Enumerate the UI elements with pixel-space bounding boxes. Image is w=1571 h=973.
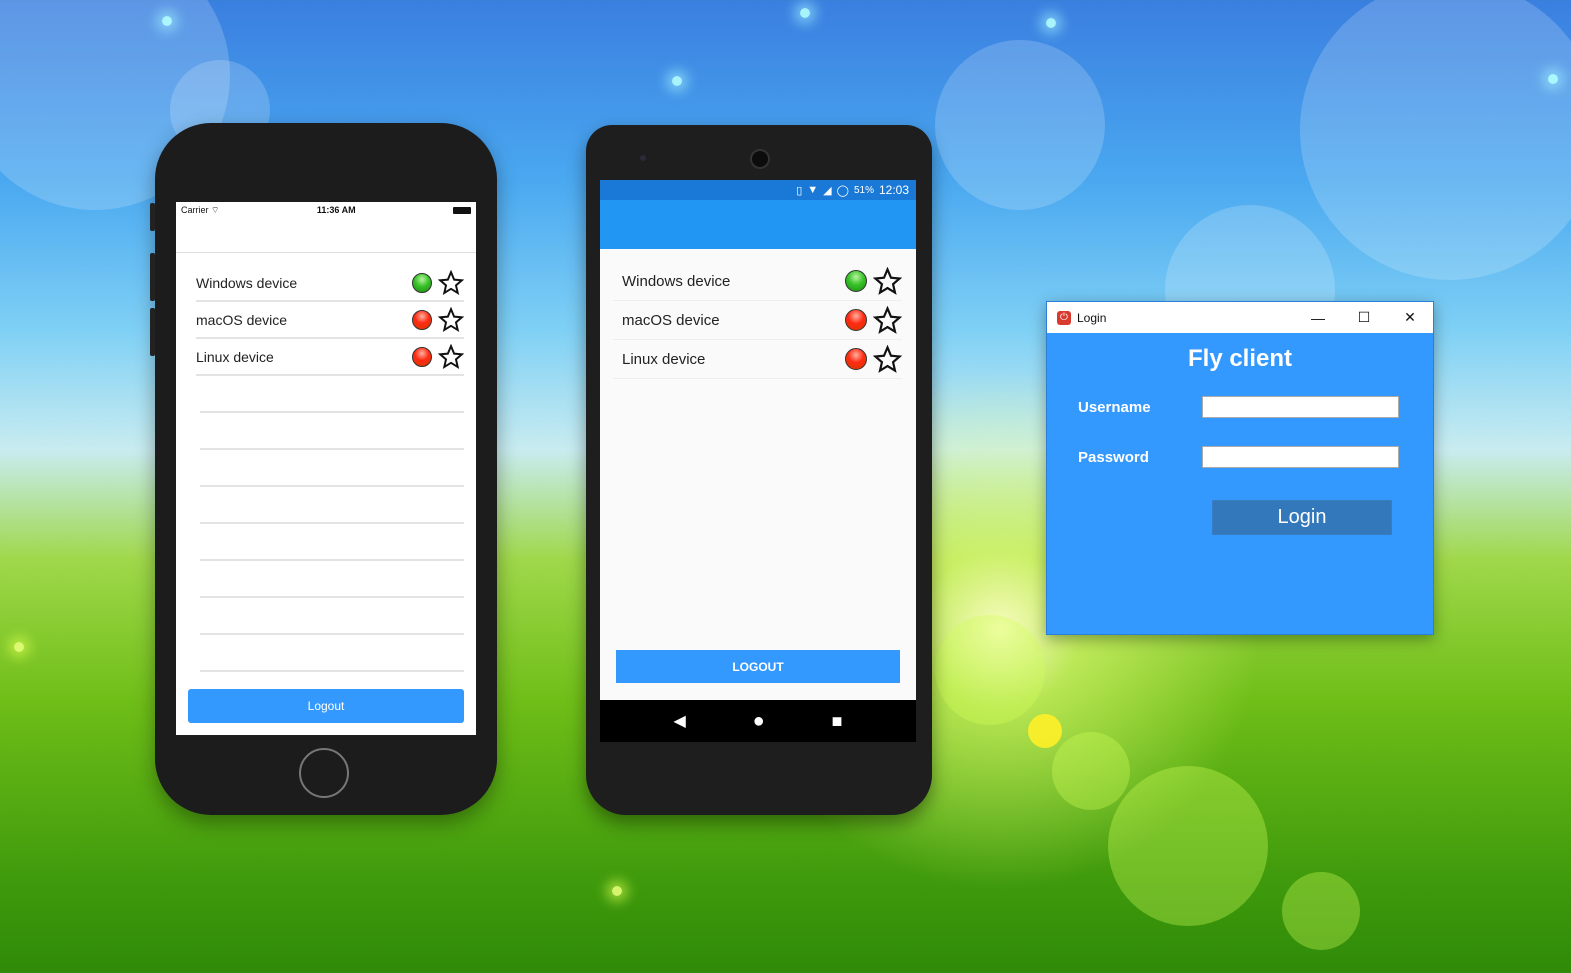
sparkle-decoration xyxy=(1548,74,1558,84)
signal-icon: ◢ xyxy=(823,184,832,197)
login-button[interactable]: Login xyxy=(1212,500,1392,535)
window-titlebar: ⏻ Login — ☐ ✕ xyxy=(1047,302,1433,333)
sparkle-decoration xyxy=(14,642,24,652)
star-outline-icon[interactable] xyxy=(438,306,464,333)
home-button[interactable] xyxy=(299,748,349,798)
device-name: Windows device xyxy=(622,272,731,290)
logout-button[interactable]: LOGOUT xyxy=(616,650,900,683)
status-online-icon xyxy=(412,272,432,293)
empty-list-row xyxy=(200,413,464,450)
username-row: Username xyxy=(1078,396,1399,418)
empty-list-row xyxy=(200,376,464,413)
iphone-volume-up xyxy=(150,253,155,301)
logout-button[interactable]: Logout xyxy=(188,689,464,723)
empty-list-row xyxy=(200,598,464,635)
device-name: Linux device xyxy=(196,348,274,365)
bokeh-decoration xyxy=(1108,766,1268,926)
ios-device-list: Windows device macOS device Linux device xyxy=(176,265,476,672)
home-icon[interactable]: ● xyxy=(753,710,765,733)
battery-percent: 51% xyxy=(853,184,874,196)
bokeh-decoration xyxy=(935,40,1105,210)
app-heading: Fly client xyxy=(1187,345,1293,372)
device-name: macOS device xyxy=(622,311,720,329)
bokeh-decoration xyxy=(1052,732,1130,810)
star-outline-icon[interactable] xyxy=(438,269,464,296)
ios-navigation-bar xyxy=(176,218,476,253)
star-outline-icon[interactable] xyxy=(873,266,902,296)
empty-list-row xyxy=(200,561,464,598)
device-name: Linux device xyxy=(622,350,706,368)
password-input[interactable] xyxy=(1202,446,1399,468)
list-item[interactable]: macOS device xyxy=(196,302,464,339)
status-offline-icon xyxy=(412,309,432,330)
star-outline-icon[interactable] xyxy=(873,305,902,335)
list-item[interactable]: macOS device xyxy=(613,301,902,340)
empty-list-row xyxy=(200,450,464,487)
recents-icon[interactable]: ■ xyxy=(832,711,843,732)
iphone-device: Carrier ⌔ 11:36 AM Windows device macOS … xyxy=(150,123,497,815)
android-app-bar xyxy=(600,200,916,249)
status-online-icon xyxy=(845,270,867,292)
sparkle-decoration xyxy=(800,8,810,18)
empty-list-row xyxy=(200,487,464,524)
android-nav-bar: ◀ ● ■ xyxy=(600,700,916,742)
device-name: Windows device xyxy=(196,274,298,291)
bokeh-decoration xyxy=(1300,0,1571,280)
list-item[interactable]: Linux device xyxy=(613,340,902,379)
maximize-button[interactable]: ☐ xyxy=(1341,309,1387,326)
android-device-list: Windows device macOS device Linux device xyxy=(600,249,916,379)
minimize-button[interactable]: — xyxy=(1295,310,1341,326)
bokeh-decoration xyxy=(1028,714,1062,748)
status-offline-icon xyxy=(845,309,867,331)
list-item[interactable]: Windows device xyxy=(196,265,464,302)
device-name: macOS device xyxy=(196,311,288,328)
android-time: 12:03 xyxy=(878,183,909,197)
username-label: Username xyxy=(1078,398,1151,416)
empty-list-row xyxy=(200,635,464,672)
wifi-icon: ▼ xyxy=(807,184,819,196)
wifi-icon: ⌔ xyxy=(211,204,220,215)
status-offline-icon xyxy=(412,346,432,367)
bokeh-decoration xyxy=(935,615,1045,725)
empty-list-row xyxy=(200,524,464,561)
ios-time: 11:36 AM xyxy=(316,205,356,215)
sparkle-decoration xyxy=(672,76,682,86)
front-camera xyxy=(750,149,770,169)
close-button[interactable]: ✕ xyxy=(1387,309,1433,326)
iphone-mute-switch xyxy=(150,203,155,231)
vibrate-icon: ▯ xyxy=(796,184,803,197)
window-title: Login xyxy=(1077,310,1107,325)
android-status-bar: ▯ ▼ ◢ ◯ 51% 12:03 xyxy=(600,180,916,200)
login-window: ⏻ Login — ☐ ✕ Fly client Username Passwo… xyxy=(1046,301,1434,635)
star-outline-icon[interactable] xyxy=(873,344,902,374)
bokeh-decoration xyxy=(1282,872,1360,950)
username-input[interactable] xyxy=(1202,396,1399,418)
proximity-sensor xyxy=(640,155,646,161)
password-row: Password xyxy=(1078,446,1399,468)
star-outline-icon[interactable] xyxy=(438,343,464,370)
ios-screen: Carrier ⌔ 11:36 AM Windows device macOS … xyxy=(176,202,476,735)
ios-status-bar: Carrier ⌔ 11:36 AM xyxy=(176,202,476,218)
battery-icon: ◯ xyxy=(836,184,849,197)
list-item[interactable]: Windows device xyxy=(613,262,902,301)
power-icon: ⏻ xyxy=(1057,310,1071,325)
iphone-volume-down xyxy=(150,308,155,356)
android-screen: ▯ ▼ ◢ ◯ 51% 12:03 Windows device macOS d… xyxy=(600,180,916,742)
status-offline-icon xyxy=(845,348,867,370)
sparkle-decoration xyxy=(612,886,622,896)
sparkle-decoration xyxy=(1046,18,1056,28)
back-icon[interactable]: ◀ xyxy=(673,711,685,731)
password-label: Password xyxy=(1078,448,1149,466)
battery-icon xyxy=(453,206,471,214)
sparkle-decoration xyxy=(162,16,172,26)
ios-carrier: Carrier ⌔ xyxy=(181,204,220,215)
android-device: ▯ ▼ ◢ ◯ 51% 12:03 Windows device macOS d… xyxy=(586,125,932,815)
list-item[interactable]: Linux device xyxy=(196,339,464,376)
